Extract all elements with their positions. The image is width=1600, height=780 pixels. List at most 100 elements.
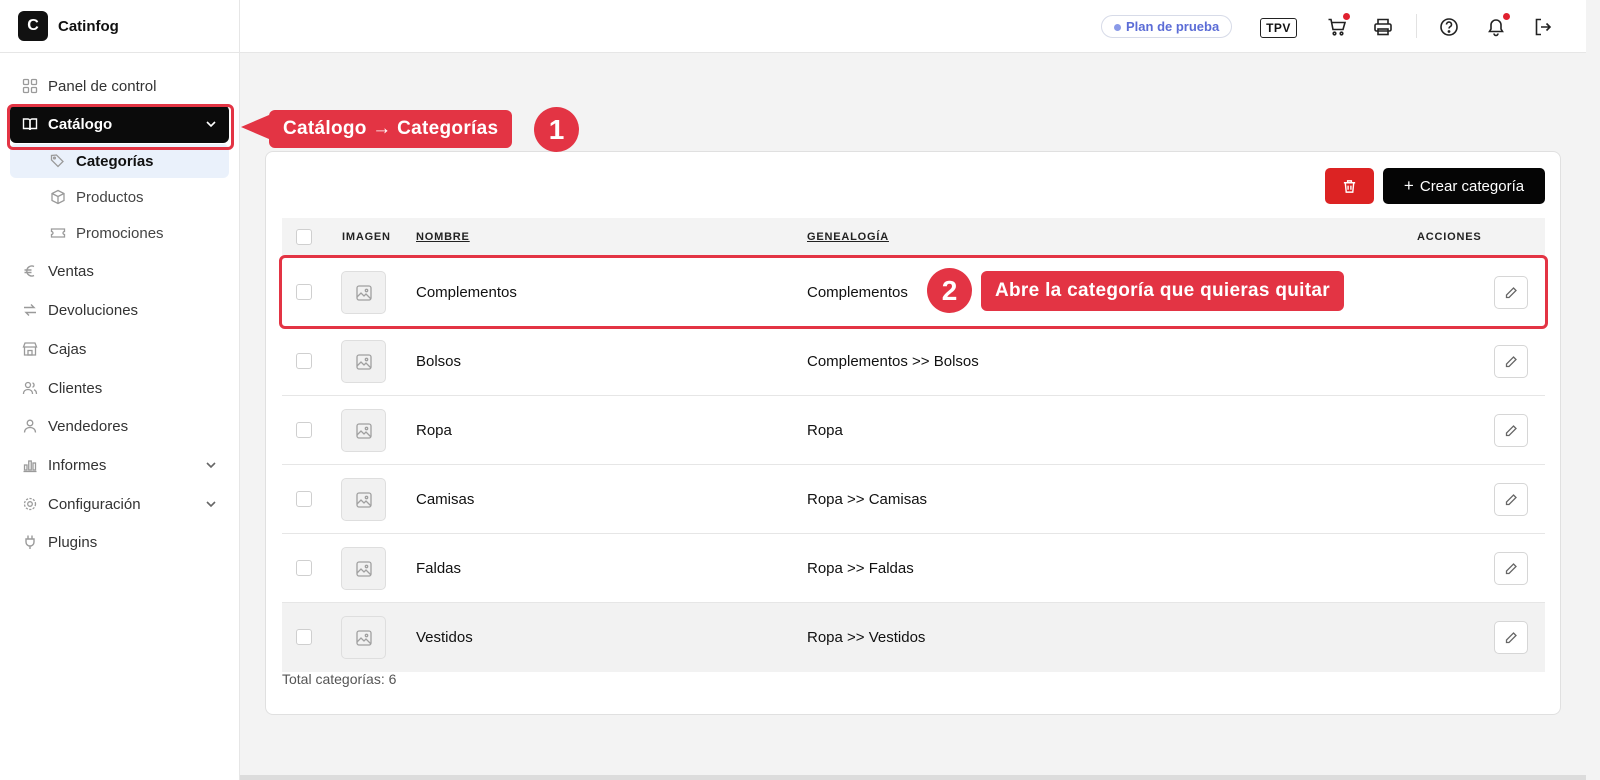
annotation-step1-number: 1 <box>534 107 579 152</box>
sidebar-item-label: Configuración <box>48 495 141 513</box>
category-genealogy: Ropa <box>807 422 843 439</box>
row-checkbox[interactable] <box>296 353 312 369</box>
image-placeholder-icon <box>355 560 372 577</box>
chart-icon <box>22 457 38 473</box>
category-image-placeholder <box>341 340 386 383</box>
printer-icon[interactable] <box>1371 15 1395 39</box>
select-all-checkbox[interactable] <box>296 229 312 245</box>
table-row[interactable]: Ropa Ropa <box>282 396 1545 465</box>
category-name: Faldas <box>416 560 462 577</box>
sidebar-item-informes[interactable]: Informes <box>10 446 229 484</box>
annotation-step2-label: Abre la categoría que quieras quitar <box>981 271 1344 311</box>
row-checkbox[interactable] <box>296 491 312 507</box>
category-image-placeholder <box>341 478 386 521</box>
users-icon <box>22 380 38 396</box>
sidebar-item-devoluciones[interactable]: Devoluciones <box>10 291 229 329</box>
image-placeholder-icon <box>355 353 372 370</box>
sidebar: C Catinfog Panel de control Catálogo Cat… <box>0 0 240 780</box>
sidebar-subitem-label: Productos <box>76 188 144 206</box>
edit-button[interactable] <box>1494 552 1528 585</box>
category-genealogy: Ropa >> Camisas <box>807 491 928 508</box>
tpv-button[interactable]: TPV <box>1260 18 1297 38</box>
table-row[interactable]: Complementos Complementos <box>282 258 1545 327</box>
annotation-step2-number: 2 <box>927 268 972 313</box>
chevron-down-icon <box>206 501 216 508</box>
cart-notification-dot <box>1343 13 1350 20</box>
sidebar-item-plugins[interactable]: Plugins <box>10 523 229 561</box>
table-row[interactable]: Vestidos Ropa >> Vestidos <box>282 603 1545 672</box>
delete-button[interactable] <box>1325 168 1374 204</box>
table-row[interactable]: Bolsos Complementos >> Bolsos <box>282 327 1545 396</box>
total-categories: Total categorías: 6 <box>282 671 397 687</box>
categories-card: + Crear categoría IMAGEN NOMBRE GENEALOG… <box>265 151 1561 715</box>
sidebar-item-clientes[interactable]: Clientes <box>10 369 229 407</box>
bell-notification-dot <box>1503 13 1510 20</box>
image-placeholder-icon <box>355 629 372 646</box>
edit-button[interactable] <box>1494 483 1528 516</box>
sidebar-item-label: Informes <box>48 456 107 474</box>
table-row[interactable]: Camisas Ropa >> Camisas <box>282 465 1545 534</box>
logout-icon[interactable] <box>1531 15 1555 39</box>
table-row[interactable]: Faldas Ropa >> Faldas <box>282 534 1545 603</box>
sidebar-item-label: Vendedores <box>48 417 129 435</box>
sidebar-subitem-label: Promociones <box>76 224 164 242</box>
row-checkbox[interactable] <box>296 560 312 576</box>
brand-logo: C <box>18 11 48 41</box>
pencil-icon <box>1505 286 1517 298</box>
sidebar-item-vendedores[interactable]: Vendedores <box>10 407 229 445</box>
pencil-icon <box>1505 424 1517 436</box>
category-name: Complementos <box>416 284 517 301</box>
grid-icon <box>22 78 38 94</box>
create-category-button[interactable]: + Crear categoría <box>1383 168 1545 204</box>
category-genealogy: Complementos >> Bolsos <box>807 353 979 370</box>
brand[interactable]: C Catinfog <box>0 0 239 53</box>
plus-icon: + <box>1403 176 1414 195</box>
sidebar-item-ventas[interactable]: Ventas <box>10 252 229 290</box>
edit-button[interactable] <box>1494 276 1528 309</box>
chevron-down-icon <box>206 462 216 469</box>
edit-button[interactable] <box>1494 345 1528 378</box>
header-divider <box>1416 14 1417 38</box>
plug-icon <box>22 534 38 550</box>
category-name: Bolsos <box>416 353 462 370</box>
image-placeholder-icon <box>355 284 372 301</box>
image-placeholder-icon <box>355 491 372 508</box>
row-checkbox[interactable] <box>296 284 312 300</box>
brand-name: Catinfog <box>58 17 119 35</box>
help-icon[interactable] <box>1437 15 1461 39</box>
sidebar-item-catalogo[interactable]: Catálogo <box>10 105 229 143</box>
gear-icon <box>22 496 38 512</box>
col-header-image: IMAGEN <box>342 231 391 243</box>
sidebar-item-label: Catálogo <box>48 115 113 133</box>
col-header-genealogy[interactable]: GENEALOGÍA <box>807 231 889 243</box>
category-image-placeholder <box>341 547 386 590</box>
category-name: Ropa <box>416 422 452 439</box>
sidebar-item-label: Ventas <box>48 262 94 280</box>
store-icon <box>22 341 38 357</box>
create-category-label: Crear categoría <box>1419 177 1525 195</box>
col-header-name[interactable]: NOMBRE <box>416 231 470 243</box>
user-icon <box>22 418 38 434</box>
sidebar-item-label: Plugins <box>48 533 98 551</box>
book-open-icon <box>22 116 38 132</box>
category-name: Camisas <box>416 491 475 508</box>
image-placeholder-icon <box>355 422 372 439</box>
sidebar-subitem-categorias[interactable]: Categorías <box>10 144 229 178</box>
horizontal-scrollbar[interactable] <box>240 775 1586 780</box>
category-image-placeholder <box>341 409 386 452</box>
edit-button[interactable] <box>1494 621 1528 654</box>
sidebar-item-configuracion[interactable]: Configuración <box>10 485 229 523</box>
row-checkbox[interactable] <box>296 629 312 645</box>
pencil-icon <box>1505 562 1517 574</box>
sidebar-subitem-label: Categorías <box>76 152 154 170</box>
edit-button[interactable] <box>1494 414 1528 447</box>
ticket-icon <box>50 225 66 241</box>
sidebar-item-cajas[interactable]: Cajas <box>10 330 229 368</box>
row-checkbox[interactable] <box>296 422 312 438</box>
sidebar-item-panel-de-control[interactable]: Panel de control <box>10 67 229 105</box>
plan-badge[interactable]: Plan de prueba <box>1101 15 1233 38</box>
sidebar-subitem-productos[interactable]: Productos <box>10 180 229 214</box>
pencil-icon <box>1505 355 1517 367</box>
sidebar-subitem-promociones[interactable]: Promociones <box>10 216 229 250</box>
sidebar-item-label: Clientes <box>48 379 103 397</box>
